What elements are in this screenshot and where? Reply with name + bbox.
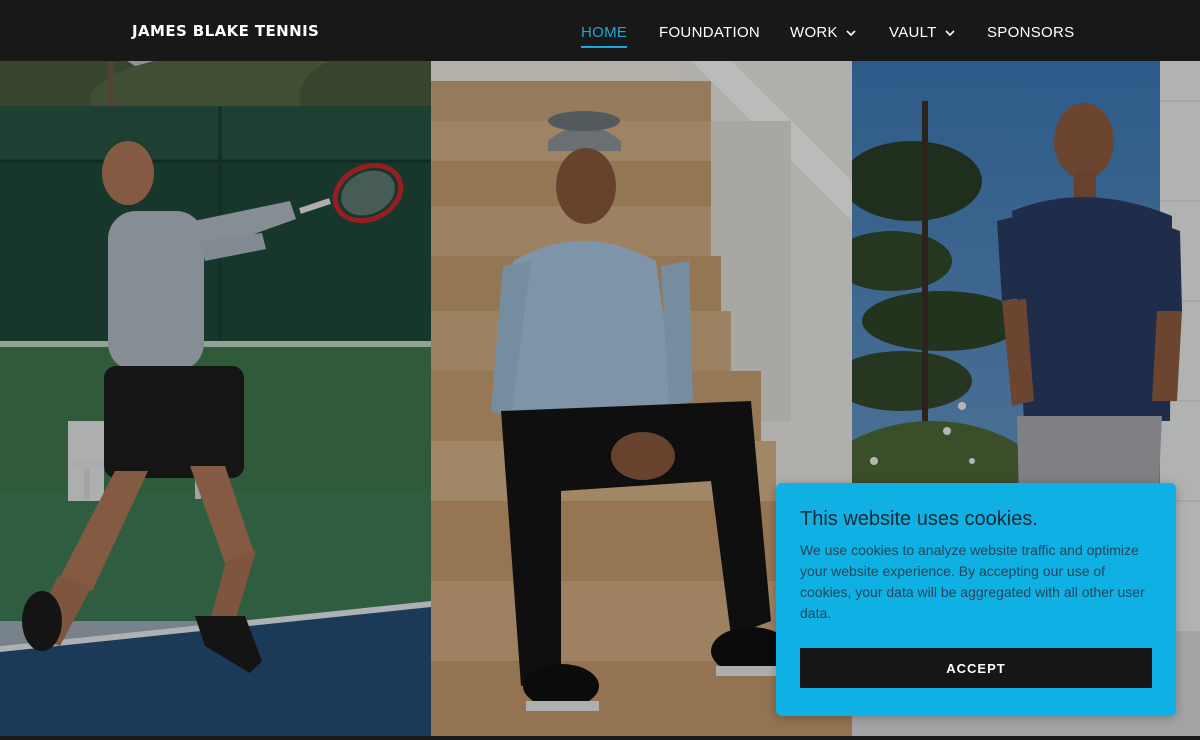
page-divider: [0, 736, 1200, 740]
main-nav: HOME FOUNDATION WORK VAULT SPONSORS: [0, 24, 1200, 54]
nav-label: WORK: [790, 24, 838, 41]
nav-label: SPONSORS: [987, 24, 1075, 41]
accept-cookies-button[interactable]: ACCEPT: [800, 648, 1152, 688]
tennis-forehand-photo: [0, 61, 431, 736]
site-header: JAMES BLAKE TENNIS HOME FOUNDATION WORK …: [0, 0, 1200, 61]
cookie-title: This website uses cookies.: [800, 508, 1038, 530]
chevron-down-icon: [944, 27, 956, 39]
cookie-description: We use cookies to analyze website traffi…: [800, 542, 1145, 621]
nav-sponsors[interactable]: SPONSORS: [987, 24, 1074, 41]
nav-vault[interactable]: VAULT: [889, 24, 956, 41]
nav-foundation[interactable]: FOUNDATION: [659, 24, 760, 41]
nav-home[interactable]: HOME: [581, 24, 628, 48]
nav-work[interactable]: WORK: [790, 24, 857, 41]
cookie-consent-dialog: This website uses cookies. We use cookie…: [776, 483, 1176, 716]
nav-label: VAULT: [889, 24, 937, 41]
chevron-down-icon: [845, 27, 857, 39]
nav-label: HOME: [581, 24, 628, 41]
nav-label: FOUNDATION: [659, 24, 761, 41]
